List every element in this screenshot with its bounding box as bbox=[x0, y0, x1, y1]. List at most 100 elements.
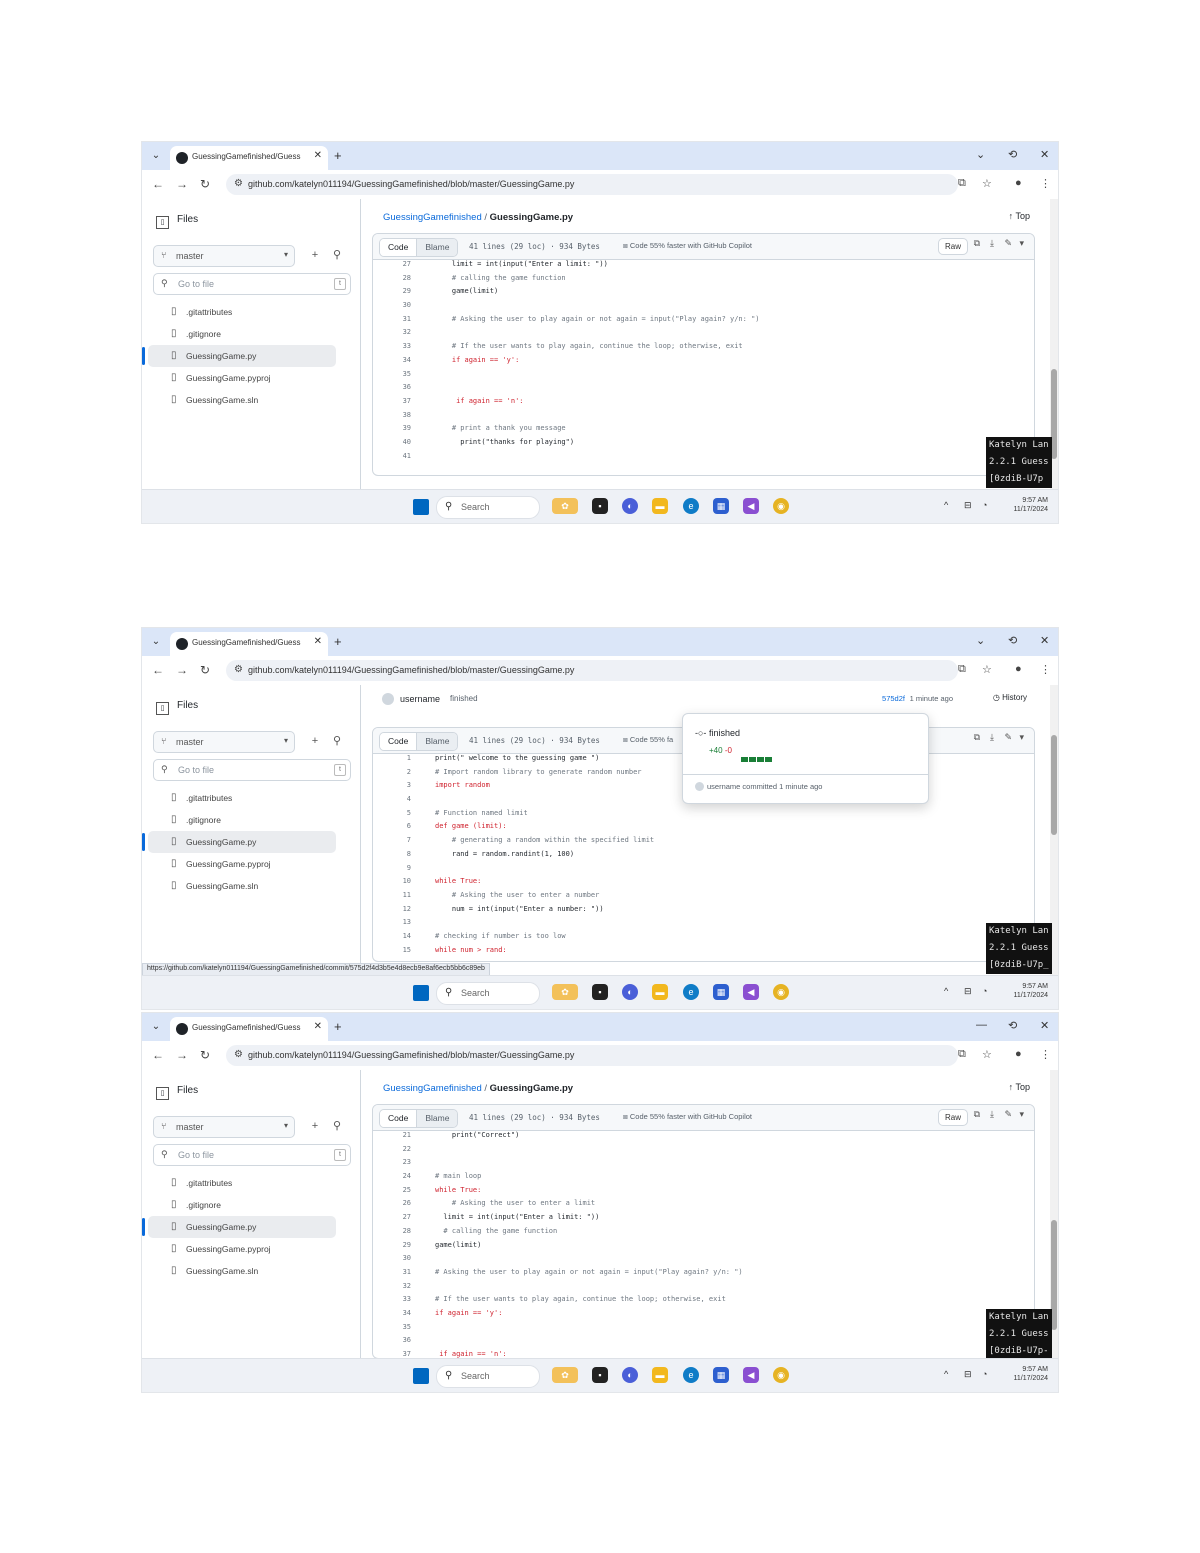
profile-icon[interactable]: ● bbox=[1015, 663, 1022, 675]
minimize-icon[interactable]: ⌄ bbox=[976, 634, 985, 647]
line-number[interactable]: 2 bbox=[373, 768, 411, 776]
file-item-selected[interactable]: ▯ GuessingGame.py bbox=[142, 1216, 336, 1238]
line-number[interactable]: 33 bbox=[373, 1295, 411, 1303]
tab-search-icon[interactable]: ⌄ bbox=[148, 1019, 164, 1035]
widgets-icon[interactable]: ✿ bbox=[552, 984, 578, 1000]
download-icon[interactable]: ⤓ bbox=[990, 1109, 994, 1126]
new-tab-button[interactable]: + bbox=[334, 1019, 342, 1034]
file-explorer-icon[interactable]: ▬ bbox=[652, 984, 668, 1000]
blame-tab[interactable]: Blame bbox=[416, 1110, 458, 1127]
go-to-file-input[interactable]: ⚲ Go to file t bbox=[153, 1144, 351, 1166]
search-icon[interactable]: ⚲ bbox=[327, 731, 347, 751]
line-number[interactable]: 4 bbox=[373, 795, 411, 803]
volume-icon[interactable]: ◔ bbox=[982, 986, 987, 996]
line-number[interactable]: 14 bbox=[373, 932, 411, 940]
add-file-button[interactable]: + bbox=[305, 1116, 325, 1136]
chrome-icon[interactable]: ◉ bbox=[773, 984, 789, 1000]
sidebar-collapse-icon[interactable]: ▯ bbox=[156, 1087, 169, 1100]
edit-icon[interactable]: ✎ bbox=[1004, 732, 1012, 749]
clock[interactable]: 9:57 AM 11/17/2024 bbox=[1013, 1365, 1048, 1383]
install-app-icon[interactable]: ⧉ bbox=[958, 663, 966, 676]
line-number[interactable]: 3 bbox=[373, 781, 411, 789]
store-icon[interactable]: ▦ bbox=[713, 1367, 729, 1383]
raw-button[interactable]: Raw bbox=[937, 238, 968, 255]
line-number[interactable]: 29 bbox=[373, 1241, 411, 1249]
edit-icon[interactable]: ✎ bbox=[1004, 238, 1012, 255]
close-tab-icon[interactable]: ✕ bbox=[314, 636, 322, 647]
line-number[interactable]: 33 bbox=[373, 342, 411, 350]
branch-selector[interactable]: ⑂ master ▾ bbox=[153, 731, 295, 753]
edit-menu-icon[interactable]: ▾ bbox=[1019, 238, 1024, 255]
line-number[interactable]: 32 bbox=[373, 1282, 411, 1290]
breadcrumb-repo-link[interactable]: GuessingGamefinished bbox=[383, 212, 482, 223]
tray-overflow-icon[interactable]: ^ bbox=[944, 1369, 948, 1379]
task-view-icon[interactable]: ▪ bbox=[592, 1367, 608, 1383]
breadcrumb-repo-link[interactable]: GuessingGamefinished bbox=[383, 1083, 482, 1094]
edge-icon[interactable]: e bbox=[683, 498, 699, 514]
commit-author[interactable]: username bbox=[400, 694, 440, 704]
line-number[interactable]: 15 bbox=[373, 946, 411, 954]
file-explorer-icon[interactable]: ▬ bbox=[652, 1367, 668, 1383]
menu-icon[interactable]: ⋮ bbox=[1040, 663, 1051, 676]
back-icon[interactable]: ← bbox=[152, 1048, 164, 1062]
install-app-icon[interactable]: ⧉ bbox=[958, 177, 966, 190]
store-icon[interactable]: ▦ bbox=[713, 498, 729, 514]
sidebar-collapse-icon[interactable]: ▯ bbox=[156, 216, 169, 229]
edit-menu-icon[interactable]: ▾ bbox=[1019, 732, 1024, 749]
reload-icon[interactable]: ↻ bbox=[200, 177, 210, 191]
profile-icon[interactable]: ● bbox=[1015, 1048, 1022, 1060]
go-to-file-input[interactable]: ⚲ Go to file t bbox=[153, 273, 351, 295]
raw-button[interactable]: Raw bbox=[937, 1109, 968, 1126]
url-field[interactable]: ⚙ github.com/katelyn011194/GuessingGamef… bbox=[226, 174, 958, 195]
menu-icon[interactable]: ⋮ bbox=[1040, 177, 1051, 190]
visual-studio-icon[interactable]: ◀ bbox=[743, 984, 759, 1000]
browser-tab[interactable]: GuessingGamefinished/Guess ✕ bbox=[170, 146, 328, 170]
site-info-icon[interactable]: ⚙ bbox=[234, 1049, 243, 1060]
search-icon[interactable]: ⚲ bbox=[327, 245, 347, 265]
bookmark-star-icon[interactable]: ☆ bbox=[982, 177, 992, 190]
new-tab-button[interactable]: + bbox=[334, 148, 342, 163]
network-icon[interactable]: ⊟ bbox=[964, 1369, 972, 1380]
blame-tab[interactable]: Blame bbox=[416, 733, 458, 750]
line-number[interactable]: 40 bbox=[373, 438, 411, 446]
blame-tab[interactable]: Blame bbox=[416, 239, 458, 256]
line-number[interactable]: 11 bbox=[373, 891, 411, 899]
close-window-icon[interactable]: ✕ bbox=[1040, 634, 1049, 647]
line-number[interactable]: 12 bbox=[373, 905, 411, 913]
line-number[interactable]: 36 bbox=[373, 1336, 411, 1344]
edit-menu-icon[interactable]: ▾ bbox=[1019, 1109, 1024, 1126]
line-number[interactable]: 35 bbox=[373, 1323, 411, 1331]
browser-tab[interactable]: GuessingGamefinished/Guess ✕ bbox=[170, 1017, 328, 1041]
line-number[interactable]: 34 bbox=[373, 1309, 411, 1317]
windows-start-icon[interactable] bbox=[413, 1368, 429, 1384]
chrome-icon[interactable]: ◉ bbox=[773, 1367, 789, 1383]
install-app-icon[interactable]: ⧉ bbox=[958, 1048, 966, 1061]
line-number[interactable]: 30 bbox=[373, 1254, 411, 1262]
file-item[interactable]: ▯ GuessingGame.sln bbox=[148, 1260, 336, 1282]
bookmark-star-icon[interactable]: ☆ bbox=[982, 663, 992, 676]
line-number[interactable]: 10 bbox=[373, 877, 411, 885]
file-item[interactable]: ▯ GuessingGame.pyproj bbox=[148, 1238, 336, 1260]
back-icon[interactable]: ← bbox=[152, 177, 164, 191]
taskbar-search[interactable]: ⚲ Search bbox=[436, 982, 540, 1005]
reload-icon[interactable]: ↻ bbox=[200, 663, 210, 677]
file-item[interactable]: ▯ GuessingGame.pyproj bbox=[148, 853, 336, 875]
file-item[interactable]: ▯ .gitignore bbox=[148, 1194, 336, 1216]
file-item[interactable]: ▯ GuessingGame.sln bbox=[148, 389, 336, 411]
branch-selector[interactable]: ⑂ master ▾ bbox=[153, 245, 295, 267]
windows-start-icon[interactable] bbox=[413, 985, 429, 1001]
line-number[interactable]: 9 bbox=[373, 864, 411, 872]
visual-studio-icon[interactable]: ◀ bbox=[743, 1367, 759, 1383]
history-button[interactable]: ◷ History bbox=[993, 693, 1027, 702]
network-icon[interactable]: ⊟ bbox=[964, 986, 972, 997]
line-number[interactable]: 35 bbox=[373, 370, 411, 378]
taskbar-search[interactable]: ⚲ Search bbox=[436, 1365, 540, 1388]
copilot-icon[interactable]: ◐ bbox=[622, 498, 638, 514]
top-link[interactable]: ↑ Top bbox=[1009, 1082, 1030, 1092]
avatar[interactable] bbox=[382, 693, 394, 705]
line-number[interactable]: 8 bbox=[373, 850, 411, 858]
file-item[interactable]: ▯ GuessingGame.pyproj bbox=[148, 367, 336, 389]
forward-icon[interactable]: → bbox=[176, 663, 188, 677]
line-number[interactable]: 24 bbox=[373, 1172, 411, 1180]
tray-overflow-icon[interactable]: ^ bbox=[944, 986, 948, 996]
